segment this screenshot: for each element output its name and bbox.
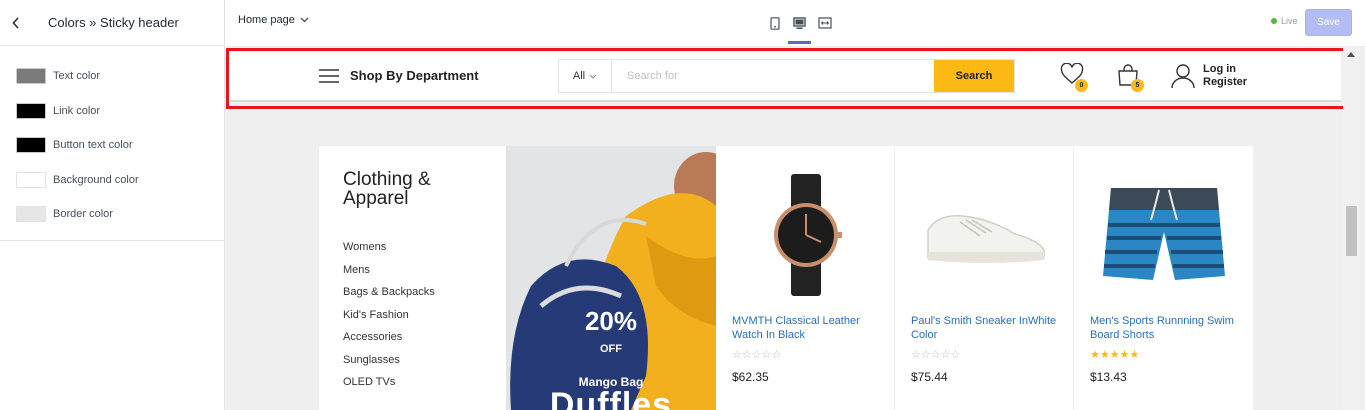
category-link[interactable]: Accessories bbox=[343, 330, 435, 353]
chevron-down-icon bbox=[589, 74, 597, 79]
live-label: Live bbox=[1281, 16, 1298, 26]
scroll-thumb[interactable] bbox=[1346, 206, 1357, 256]
color-setting-border[interactable]: Border color bbox=[0, 197, 224, 232]
search-category-label: All bbox=[572, 70, 586, 82]
preview-scrollbar[interactable] bbox=[1343, 46, 1360, 410]
shorts-image bbox=[1102, 188, 1225, 280]
panel-title: Colors » Sticky header bbox=[48, 15, 179, 30]
product-rating: ☆☆☆☆☆ bbox=[911, 349, 961, 361]
color-label: Background color bbox=[53, 173, 139, 186]
color-swatch[interactable] bbox=[16, 102, 46, 119]
user-icon bbox=[1171, 64, 1195, 89]
product-card[interactable]: Men's Sports Runnning Swim Board Shorts … bbox=[1074, 146, 1253, 410]
sneaker-image bbox=[926, 215, 1045, 263]
cart-count-badge: 5 bbox=[1131, 79, 1144, 92]
shop-by-department[interactable]: Shop By Department bbox=[319, 68, 479, 83]
scroll-up-arrow-icon[interactable] bbox=[1347, 52, 1355, 57]
color-setting-button-text[interactable]: Button text color bbox=[0, 128, 224, 163]
search-bar: All Search bbox=[558, 59, 1015, 93]
product-rating: ☆☆☆☆☆ bbox=[732, 349, 782, 361]
search-category-select[interactable]: All bbox=[559, 60, 612, 92]
product-image[interactable] bbox=[895, 160, 1074, 310]
color-label: Text color bbox=[53, 70, 101, 83]
wishlist-button[interactable]: 0 bbox=[1060, 62, 1088, 92]
product-name[interactable]: Paul's Smith Sneaker InWhite Color bbox=[911, 314, 1061, 342]
chevron-down-icon bbox=[300, 17, 309, 23]
account-links[interactable]: Log in Register bbox=[1171, 63, 1247, 89]
banner-photo bbox=[506, 146, 716, 410]
color-setting-link[interactable]: Link color bbox=[0, 94, 224, 129]
color-swatch[interactable] bbox=[16, 206, 46, 223]
category-link[interactable]: Mens bbox=[343, 263, 435, 286]
product-price: $13.43 bbox=[1090, 370, 1127, 384]
fullscreen-icon bbox=[817, 17, 832, 29]
mobile-icon bbox=[769, 16, 780, 30]
category-title: Clothing & Apparel bbox=[343, 170, 431, 208]
category-link[interactable]: Bags & Backpacks bbox=[343, 285, 435, 308]
back-button[interactable] bbox=[0, 0, 32, 46]
banner-discount: 20% bbox=[584, 306, 638, 336]
category-link[interactable]: OLED TVs bbox=[343, 375, 435, 398]
register-link[interactable]: Register bbox=[1203, 76, 1247, 89]
color-settings-list: Text color Link color Button text color … bbox=[0, 46, 224, 241]
settings-panel: Colors » Sticky header Text color Link c… bbox=[0, 0, 225, 410]
banner-off: OFF bbox=[600, 343, 622, 355]
sticky-header: Shop By Department All Search 0 5 Log in… bbox=[230, 52, 1341, 102]
color-label: Border color bbox=[53, 208, 113, 221]
page-selector-label: Home page bbox=[238, 14, 295, 26]
color-setting-text[interactable]: Text color bbox=[0, 59, 224, 94]
page-selector[interactable]: Home page bbox=[238, 14, 309, 26]
category-list: Womens Mens Bags & Backpacks Kid's Fashi… bbox=[343, 240, 435, 398]
product-card[interactable]: MVMTH Classical Leather Watch In Black ☆… bbox=[716, 146, 895, 410]
category-box: Clothing & Apparel Womens Mens Bags & Ba… bbox=[319, 146, 507, 410]
product-image[interactable] bbox=[1074, 160, 1253, 310]
color-label: Link color bbox=[53, 104, 101, 117]
product-name[interactable]: MVMTH Classical Leather Watch In Black bbox=[732, 314, 882, 342]
preview-toolbar: Home page Live Save bbox=[225, 0, 1365, 46]
promo-banner[interactable]: 20% OFF Mango Bag Duffles bbox=[506, 146, 716, 410]
chevron-left-icon bbox=[12, 16, 19, 29]
search-button[interactable]: Search bbox=[934, 60, 1014, 92]
banner-title: Duffles bbox=[549, 386, 673, 410]
desktop-icon bbox=[793, 16, 806, 29]
color-setting-background[interactable]: Background color bbox=[0, 163, 224, 198]
category-link[interactable]: Womens bbox=[343, 240, 435, 263]
product-image[interactable] bbox=[716, 160, 895, 310]
hamburger-icon bbox=[319, 68, 339, 83]
category-link[interactable]: Sunglasses bbox=[343, 353, 435, 376]
device-desktop-button[interactable] bbox=[787, 0, 812, 46]
live-status: Live bbox=[1271, 16, 1298, 26]
product-price: $62.35 bbox=[732, 370, 769, 384]
device-fullscreen-button[interactable] bbox=[812, 0, 837, 46]
product-rating: ★★★★★ bbox=[1090, 349, 1140, 361]
department-label: Shop By Department bbox=[350, 68, 479, 83]
color-swatch[interactable] bbox=[16, 137, 46, 154]
save-button[interactable]: Save bbox=[1305, 9, 1352, 36]
category-title-line2: Apparel bbox=[343, 188, 409, 209]
device-mobile-button[interactable] bbox=[762, 0, 787, 46]
search-input[interactable] bbox=[612, 60, 934, 92]
category-link[interactable]: Kid's Fashion bbox=[343, 308, 435, 331]
cart-button[interactable]: 5 bbox=[1116, 63, 1144, 92]
wishlist-count-badge: 0 bbox=[1075, 79, 1088, 92]
product-name[interactable]: Men's Sports Runnning Swim Board Shorts bbox=[1090, 314, 1240, 342]
color-swatch[interactable] bbox=[16, 68, 46, 85]
product-price: $75.44 bbox=[911, 370, 948, 384]
product-card[interactable]: Paul's Smith Sneaker InWhite Color ☆☆☆☆☆… bbox=[895, 146, 1074, 410]
color-label: Button text color bbox=[53, 139, 133, 152]
watch-image bbox=[773, 174, 842, 296]
category-title-line1: Clothing & bbox=[343, 169, 431, 190]
account-text: Log in Register bbox=[1203, 63, 1247, 89]
color-swatch[interactable] bbox=[16, 171, 46, 188]
device-switcher bbox=[762, 0, 837, 46]
login-link[interactable]: Log in bbox=[1203, 63, 1247, 76]
theme-preview: Shop By Department All Search 0 5 Log in… bbox=[225, 46, 1365, 410]
live-dot-icon bbox=[1271, 18, 1277, 24]
panel-header: Colors » Sticky header bbox=[0, 0, 224, 46]
